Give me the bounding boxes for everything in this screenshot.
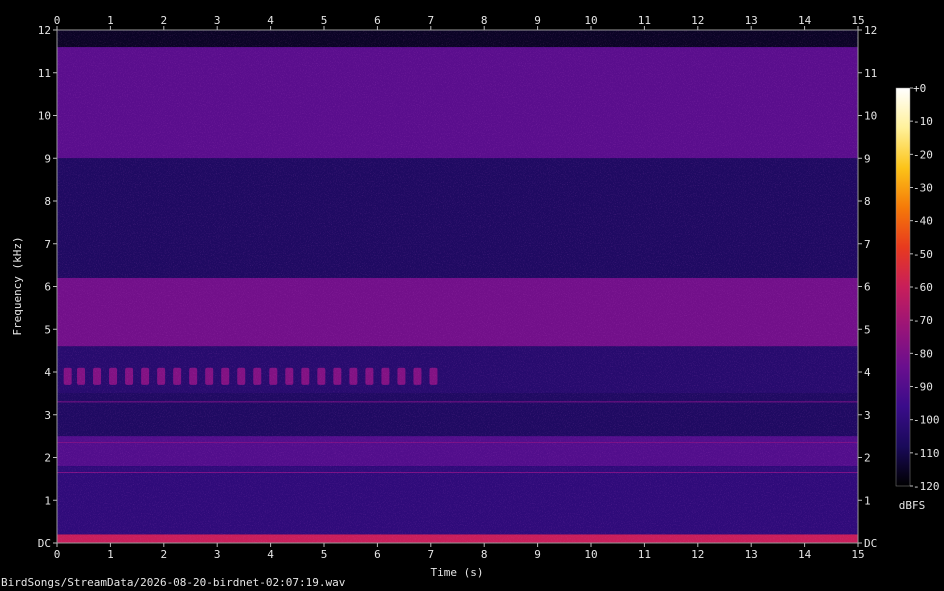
x-tick-label: 13 bbox=[745, 548, 758, 561]
x-tick-label: 1 bbox=[107, 548, 114, 561]
y-tick-label: 10 bbox=[864, 110, 877, 123]
filename-caption: BirdSongs/StreamData/2026-08-20-birdnet-… bbox=[1, 576, 346, 589]
x-tick-label: 11 bbox=[638, 14, 651, 27]
x-tick-label: 2 bbox=[160, 14, 167, 27]
x-tick-label: 4 bbox=[267, 548, 274, 561]
colorbar-tick-label: -110 bbox=[913, 447, 940, 460]
noise-texture bbox=[57, 30, 858, 543]
x-tick-label: 4 bbox=[267, 14, 274, 27]
x-tick-label: 3 bbox=[214, 14, 221, 27]
y-tick-label: 9 bbox=[44, 152, 51, 165]
x-tick-label: 12 bbox=[691, 548, 704, 561]
colorbar: +0 -10 -20 -30 -40 -50 -60 -70 -80 -90 -100 -110 -12… bbox=[895, 82, 940, 512]
x-tick-label: 7 bbox=[427, 14, 434, 27]
x-tick-label: 8 bbox=[481, 548, 488, 561]
y-tick-label: 2 bbox=[44, 452, 51, 465]
spectrogram-plot bbox=[56, 29, 859, 544]
x-tick-label: 12 bbox=[691, 14, 704, 27]
colorbar-tick-label: -60 bbox=[913, 281, 933, 294]
x-tick-label: 6 bbox=[374, 548, 381, 561]
colorbar-tick-label: -40 bbox=[913, 215, 933, 228]
x-tick-label: 7 bbox=[427, 548, 434, 561]
y-tick-label: 1 bbox=[864, 494, 871, 507]
y-tick-label: 6 bbox=[864, 281, 871, 294]
x-axis-label: Time (s) bbox=[431, 566, 484, 579]
y-tick-label: 3 bbox=[44, 409, 51, 422]
x-tick-label: 6 bbox=[374, 14, 381, 27]
y-tick-label: 4 bbox=[864, 366, 871, 379]
x-tick-label: 5 bbox=[321, 14, 328, 27]
x-tick-label: 10 bbox=[584, 548, 597, 561]
colorbar-tick-label: -10 bbox=[913, 115, 933, 128]
colorbar-tick-label: -100 bbox=[913, 414, 940, 427]
y-tick-label: 3 bbox=[864, 409, 871, 422]
colorbar-label: dBFS bbox=[899, 499, 926, 512]
x-tick-label: 9 bbox=[534, 548, 541, 561]
colorbar-tick-label: -20 bbox=[913, 148, 933, 161]
x-tick-label: 8 bbox=[481, 14, 488, 27]
y-tick-label: 7 bbox=[864, 238, 871, 251]
y-tick-label: 11 bbox=[864, 67, 877, 80]
colorbar-ticks: +0 -10 -20 -30 -40 -50 -60 -70 -80 -90 -100 -110 -12… bbox=[910, 82, 940, 493]
y-tick-label: 11 bbox=[38, 67, 51, 80]
y-tick-label: 1 bbox=[44, 494, 51, 507]
colorbar-tick-label: +0 bbox=[913, 82, 926, 95]
colorbar-tick-label: -90 bbox=[913, 381, 933, 394]
colorbar-tick-label: -30 bbox=[913, 182, 933, 195]
x-tick-label: 3 bbox=[214, 548, 221, 561]
y-tick-label: 10 bbox=[38, 110, 51, 123]
spectrogram-figure: 0011223344556677889910101111121213131414… bbox=[11, 14, 940, 579]
colorbar-gradient bbox=[895, 87, 911, 487]
x-tick-label: 14 bbox=[798, 14, 812, 27]
colorbar-tick-label: -80 bbox=[913, 347, 933, 360]
x-tick-label: 10 bbox=[584, 14, 597, 27]
colorbar-tick-label: -120 bbox=[913, 480, 940, 493]
y-tick-label: 8 bbox=[44, 195, 51, 208]
y-tick-label: 4 bbox=[44, 366, 51, 379]
x-tick-label: 1 bbox=[107, 14, 114, 27]
x-tick-label: 0 bbox=[54, 548, 61, 561]
x-tick-label: 11 bbox=[638, 548, 651, 561]
y-tick-label: 6 bbox=[44, 281, 51, 294]
x-tick-label: 0 bbox=[54, 14, 61, 27]
y-tick-label: 5 bbox=[44, 323, 51, 336]
colorbar-tick-label: -50 bbox=[913, 248, 933, 261]
x-tick-label: 5 bbox=[321, 548, 328, 561]
y-axis-label: Frequency (kHz) bbox=[11, 236, 24, 335]
x-tick-label: 2 bbox=[160, 548, 167, 561]
y-tick-label: 12 bbox=[864, 24, 877, 37]
y-tick-label: 5 bbox=[864, 323, 871, 336]
y-tick-label: DC bbox=[38, 537, 51, 550]
y-tick-label: 9 bbox=[864, 152, 871, 165]
y-tick-label: 8 bbox=[864, 195, 871, 208]
x-tick-label: 13 bbox=[745, 14, 758, 27]
colorbar-tick-label: -70 bbox=[913, 314, 933, 327]
x-tick-label: 15 bbox=[851, 14, 864, 27]
y-tick-label: 12 bbox=[38, 24, 51, 37]
y-tick-label: 7 bbox=[44, 238, 51, 251]
y-tick-label: DC bbox=[864, 537, 877, 550]
x-tick-label: 9 bbox=[534, 14, 541, 27]
x-tick-label: 15 bbox=[851, 548, 864, 561]
y-tick-label: 2 bbox=[864, 452, 871, 465]
x-tick-label: 14 bbox=[798, 548, 812, 561]
